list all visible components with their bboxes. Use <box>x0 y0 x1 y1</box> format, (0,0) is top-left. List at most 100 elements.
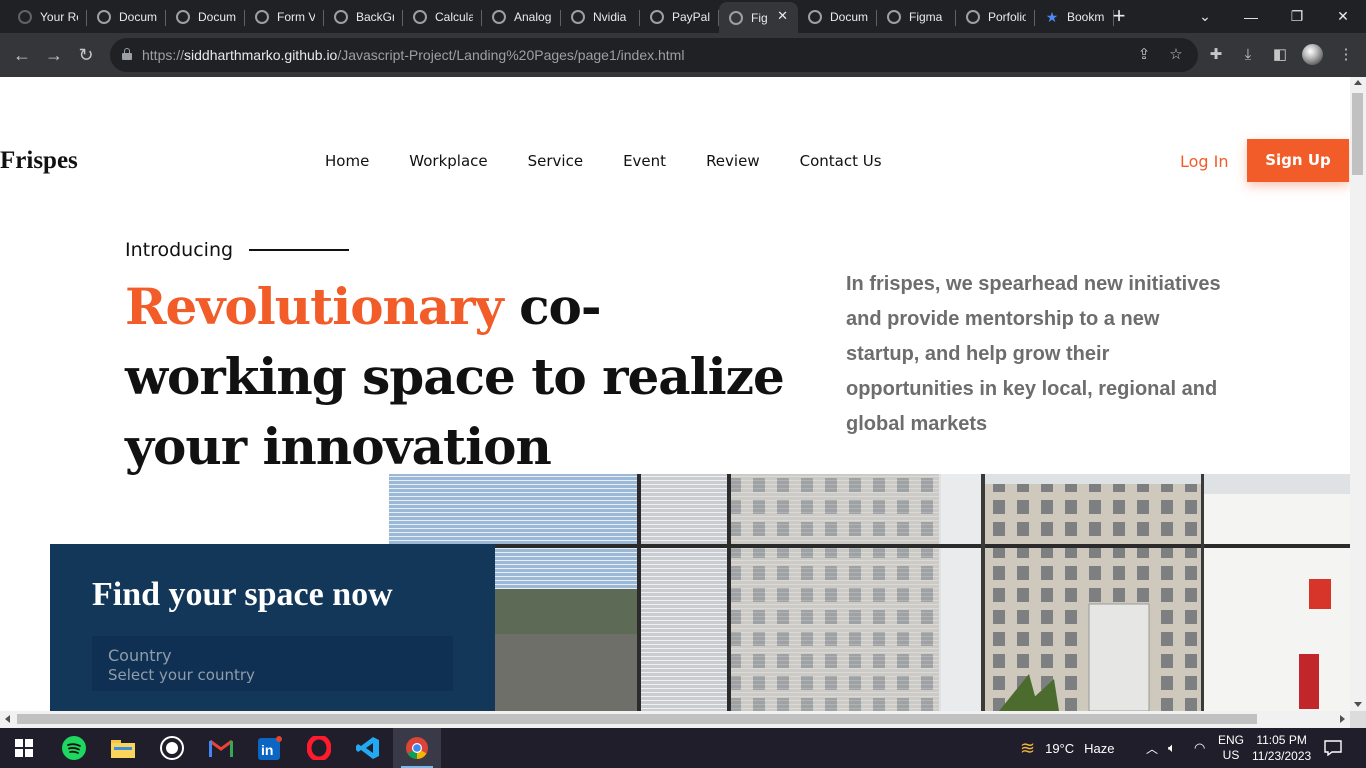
tab-search-icon[interactable]: ⌄ <box>1182 0 1228 33</box>
tab-label: BackGr <box>356 10 394 24</box>
close-tab-icon[interactable]: ✕ <box>777 8 788 24</box>
vscode-icon[interactable] <box>344 728 392 768</box>
globe-icon <box>887 10 901 24</box>
browser-tab[interactable]: Figma <box>877 2 956 32</box>
lock-icon[interactable] <box>122 48 132 60</box>
scroll-up-icon[interactable] <box>1354 80 1362 85</box>
spotify-icon[interactable] <box>50 728 98 768</box>
back-icon[interactable]: ← <box>10 43 34 67</box>
vertical-scroll-thumb[interactable] <box>1352 93 1363 175</box>
browser-tab[interactable]: BackGr <box>324 2 403 32</box>
nav-workplace[interactable]: Workplace <box>409 152 487 170</box>
svg-text:in: in <box>261 742 273 758</box>
file-explorer-icon[interactable] <box>99 728 147 768</box>
clock-time: 11:05 PM <box>1256 733 1307 747</box>
country-input[interactable] <box>108 664 438 686</box>
weather-widget[interactable]: ≋ 19°C Haze <box>1020 728 1115 768</box>
gmail-icon[interactable] <box>197 728 245 768</box>
extensions-icon[interactable]: ✚ <box>1204 43 1228 67</box>
new-tab-button[interactable]: + <box>1107 5 1131 29</box>
windows-start-icon[interactable] <box>0 728 48 768</box>
scroll-down-icon[interactable] <box>1354 702 1362 707</box>
download-icon[interactable]: ⤓ <box>1236 43 1260 67</box>
browser-tab[interactable]: Analog <box>482 2 561 32</box>
windows-taskbar: in ≋ 19°C Haze ︿ 🔈︎ ◠ ENG US 11:05 PM 11… <box>0 728 1366 768</box>
volume-icon[interactable]: 🔈︎ <box>1168 728 1176 768</box>
scroll-right-icon[interactable] <box>1340 715 1345 723</box>
find-space-title: Find your space now <box>92 576 393 613</box>
nav-contact-us[interactable]: Contact Us <box>800 152 882 170</box>
tab-label: Fig <box>751 10 768 25</box>
nav-review[interactable]: Review <box>706 152 760 170</box>
tab-label: PayPal <box>672 10 710 24</box>
nav-home[interactable]: Home <box>325 152 369 170</box>
side-panel-icon[interactable]: ◧ <box>1268 43 1292 67</box>
browser-tab[interactable]: Your Re <box>8 2 87 32</box>
address-bar[interactable]: https://siddharthmarko.github.io/Javascr… <box>110 38 1198 72</box>
wifi-icon[interactable]: ◠ <box>1194 728 1205 768</box>
globe-icon <box>255 10 269 24</box>
browser-tab[interactable]: Nvidia <box>561 2 640 32</box>
language-indicator[interactable]: ENG US <box>1218 728 1244 768</box>
country-field[interactable]: Country <box>92 636 453 691</box>
browser-tab[interactable]: Docum <box>166 2 245 32</box>
office-photo <box>389 474 1350 711</box>
show-hidden-icons-chevron-icon[interactable]: ︿ <box>1146 728 1158 768</box>
intro-divider <box>249 249 349 251</box>
globe-icon <box>650 10 664 24</box>
nav-service[interactable]: Service <box>528 152 583 170</box>
profile-avatar[interactable] <box>1302 44 1323 65</box>
tab-label: Your Re <box>40 10 78 24</box>
vertical-scrollbar[interactable] <box>1350 77 1366 711</box>
menu-icon[interactable]: ⋮ <box>1334 43 1358 67</box>
globe-icon <box>729 10 743 25</box>
clock-date: 11/23/2023 <box>1252 749 1312 763</box>
github-icon <box>18 10 32 24</box>
clock[interactable]: 11:05 PM 11/23/2023 <box>1252 728 1311 768</box>
browser-tab[interactable]: ★ Bookm <box>1035 2 1114 32</box>
close-window-button[interactable]: ✕ <box>1320 0 1366 33</box>
bookmark-star-icon[interactable]: ☆ <box>1164 43 1188 67</box>
forward-icon[interactable]: → <box>42 43 66 67</box>
nav-event[interactable]: Event <box>623 152 666 170</box>
browser-tab[interactable]: Calcula <box>403 2 482 32</box>
tab-label: Bookm <box>1067 10 1105 24</box>
browser-tab[interactable]: Docum <box>87 2 166 32</box>
minimize-button[interactable]: — <box>1228 0 1274 33</box>
share-icon[interactable]: ⇪ <box>1132 43 1156 67</box>
horizontal-scrollbar[interactable] <box>0 711 1350 728</box>
tab-label: Form V <box>277 10 315 24</box>
url-text[interactable]: https://siddharthmarko.github.io/Javascr… <box>142 47 684 63</box>
browser-tab[interactable]: PayPal <box>640 2 719 32</box>
globe-icon <box>571 10 585 24</box>
tab-label: Docum <box>198 10 236 24</box>
linkedin-icon[interactable]: in <box>246 728 294 768</box>
hero-description: In frispes, we spearhead new initiatives… <box>846 273 1221 435</box>
globe-icon <box>97 10 111 24</box>
browser-tab[interactable]: Form V <box>245 2 324 32</box>
notifications-icon[interactable] <box>1324 728 1342 768</box>
page-viewport: Frispes Home Workplace Service Event Rev… <box>0 77 1350 711</box>
intro-text: Introducing <box>125 239 234 261</box>
restore-button[interactable]: ❐ <box>1274 0 1320 33</box>
login-link[interactable]: Log In <box>1180 152 1229 171</box>
browser-tab[interactable]: Docum <box>798 2 877 32</box>
reload-icon[interactable]: ↻ <box>74 43 98 67</box>
tab-label: Docum <box>830 10 868 24</box>
opera-icon[interactable] <box>295 728 343 768</box>
country-label: Country <box>108 646 172 665</box>
browser-tab[interactable]: Fig ✕ <box>719 2 798 33</box>
weather-temp: 19°C <box>1045 740 1075 756</box>
scrollbar-corner <box>1350 711 1366 728</box>
signup-button[interactable]: Sign Up <box>1247 139 1349 182</box>
tab-label: Figma <box>909 10 943 24</box>
tab-label: Porfolio <box>988 10 1026 24</box>
headline-accent: Revolutionary <box>125 277 504 336</box>
find-space-panel: Find your space now Country <box>50 544 495 711</box>
site-logo[interactable]: Frispes <box>0 147 78 175</box>
whatsapp-icon[interactable] <box>148 728 196 768</box>
browser-tab[interactable]: Porfolio <box>956 2 1035 32</box>
scroll-left-icon[interactable] <box>5 715 10 723</box>
chrome-icon[interactable] <box>393 728 441 768</box>
horizontal-scroll-thumb[interactable] <box>17 714 1257 724</box>
